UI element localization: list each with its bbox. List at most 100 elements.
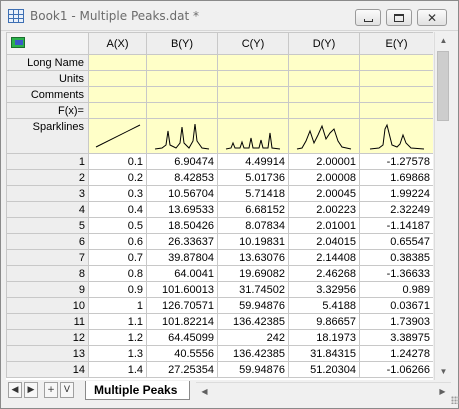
data-cell[interactable]: 19.69082 bbox=[217, 265, 289, 282]
data-cell[interactable]: 1.24278 bbox=[359, 345, 433, 362]
meta-cell[interactable] bbox=[88, 102, 147, 119]
meta-cell[interactable] bbox=[217, 86, 289, 103]
units-label[interactable]: Units bbox=[6, 70, 89, 87]
data-cell[interactable]: 8.42853 bbox=[146, 169, 218, 186]
row-header[interactable]: 10 bbox=[6, 297, 89, 314]
close-button[interactable]: ✕ bbox=[417, 9, 447, 26]
data-cell[interactable]: 1.73903 bbox=[359, 313, 433, 330]
data-cell[interactable]: 0.65547 bbox=[359, 233, 433, 250]
sparkline-c[interactable] bbox=[217, 118, 289, 154]
row-header[interactable]: 7 bbox=[6, 249, 89, 266]
data-cell[interactable]: -1.14187 bbox=[359, 217, 433, 234]
data-cell[interactable]: 1.3 bbox=[88, 345, 147, 362]
data-cell[interactable]: 59.94876 bbox=[217, 297, 289, 314]
data-cell[interactable]: 0.4 bbox=[88, 201, 147, 218]
sparklines-label[interactable]: Sparklines bbox=[6, 118, 89, 154]
meta-cell[interactable] bbox=[88, 86, 147, 103]
data-cell[interactable]: 136.42385 bbox=[217, 313, 289, 330]
meta-cell[interactable] bbox=[359, 102, 433, 119]
formula-label[interactable]: F(x)= bbox=[6, 102, 89, 119]
row-header[interactable]: 5 bbox=[6, 217, 89, 234]
vertical-scrollbar[interactable]: ▲ ▼ bbox=[434, 32, 451, 380]
scroll-down-button[interactable]: ▼ bbox=[435, 363, 452, 380]
meta-cell[interactable] bbox=[217, 102, 289, 119]
row-header[interactable]: 13 bbox=[6, 345, 89, 362]
row-header[interactable]: 1 bbox=[6, 153, 89, 170]
next-sheet-button[interactable]: ▶ bbox=[24, 382, 38, 398]
row-header[interactable]: 6 bbox=[6, 233, 89, 250]
row-header[interactable]: 3 bbox=[6, 185, 89, 202]
data-cell[interactable]: 64.45099 bbox=[146, 329, 218, 346]
data-cell[interactable]: 0.38385 bbox=[359, 249, 433, 266]
comments-label[interactable]: Comments bbox=[6, 86, 89, 103]
sheet-list-button[interactable]: V bbox=[60, 382, 74, 398]
data-cell[interactable]: 27.25354 bbox=[146, 361, 218, 378]
data-cell[interactable]: 2.00008 bbox=[288, 169, 360, 186]
meta-cell[interactable] bbox=[288, 86, 360, 103]
meta-cell[interactable] bbox=[359, 70, 433, 87]
meta-cell[interactable] bbox=[146, 70, 218, 87]
row-header[interactable]: 8 bbox=[6, 265, 89, 282]
scroll-right-button[interactable]: ▶ bbox=[434, 383, 451, 400]
data-cell[interactable]: 1.69868 bbox=[359, 169, 433, 186]
data-cell[interactable]: -1.36633 bbox=[359, 265, 433, 282]
data-cell[interactable]: 2.00223 bbox=[288, 201, 360, 218]
resize-grip-icon[interactable] bbox=[451, 396, 459, 404]
data-cell[interactable]: 10.19831 bbox=[217, 233, 289, 250]
row-header[interactable]: 4 bbox=[6, 201, 89, 218]
data-cell[interactable]: 6.68152 bbox=[217, 201, 289, 218]
data-cell[interactable]: 0.9 bbox=[88, 281, 147, 298]
row-header[interactable]: 11 bbox=[6, 313, 89, 330]
data-cell[interactable]: 3.32956 bbox=[288, 281, 360, 298]
data-cell[interactable]: 0.989 bbox=[359, 281, 433, 298]
data-cell[interactable]: 31.74502 bbox=[217, 281, 289, 298]
data-cell[interactable]: 10.56704 bbox=[146, 185, 218, 202]
data-cell[interactable]: 40.5556 bbox=[146, 345, 218, 362]
data-cell[interactable]: 9.86657 bbox=[288, 313, 360, 330]
minimize-button[interactable] bbox=[355, 9, 381, 26]
data-cell[interactable]: 1.99224 bbox=[359, 185, 433, 202]
meta-cell[interactable] bbox=[288, 70, 360, 87]
data-cell[interactable]: 1.4 bbox=[88, 361, 147, 378]
column-header-c[interactable]: C(Y) bbox=[217, 32, 289, 55]
maximize-button[interactable] bbox=[386, 9, 412, 26]
data-cell[interactable]: 1 bbox=[88, 297, 147, 314]
worksheet-grid[interactable]: A(X) B(Y) C(Y) D(Y) E(Y) Long Name Units… bbox=[6, 32, 433, 380]
data-cell[interactable]: -1.27578 bbox=[359, 153, 433, 170]
data-cell[interactable]: 0.7 bbox=[88, 249, 147, 266]
horizontal-scrollbar[interactable]: ◀ ▶ bbox=[196, 382, 451, 399]
row-header[interactable]: 2 bbox=[6, 169, 89, 186]
data-cell[interactable]: 3.38975 bbox=[359, 329, 433, 346]
data-cell[interactable]: 18.1973 bbox=[288, 329, 360, 346]
row-header[interactable]: 9 bbox=[6, 281, 89, 298]
scroll-left-button[interactable]: ◀ bbox=[196, 383, 213, 400]
data-cell[interactable]: 2.00045 bbox=[288, 185, 360, 202]
data-cell[interactable]: 2.46268 bbox=[288, 265, 360, 282]
data-cell[interactable]: 8.07834 bbox=[217, 217, 289, 234]
sparkline-d[interactable] bbox=[288, 118, 360, 154]
data-cell[interactable]: 101.82214 bbox=[146, 313, 218, 330]
data-cell[interactable]: 4.49914 bbox=[217, 153, 289, 170]
row-header[interactable]: 14 bbox=[6, 361, 89, 378]
meta-cell[interactable] bbox=[88, 70, 147, 87]
data-cell[interactable]: 6.90474 bbox=[146, 153, 218, 170]
long-name-label[interactable]: Long Name bbox=[6, 54, 89, 71]
data-cell[interactable]: 0.5 bbox=[88, 217, 147, 234]
meta-cell[interactable] bbox=[359, 54, 433, 71]
data-cell[interactable]: 64.0041 bbox=[146, 265, 218, 282]
meta-cell[interactable] bbox=[88, 54, 147, 71]
meta-cell[interactable] bbox=[146, 102, 218, 119]
prev-sheet-button[interactable]: ◀ bbox=[8, 382, 22, 398]
data-cell[interactable]: 1.2 bbox=[88, 329, 147, 346]
data-cell[interactable]: 126.70571 bbox=[146, 297, 218, 314]
title-bar[interactable]: Book1 - Multiple Peaks.dat * ✕ bbox=[1, 1, 458, 31]
meta-cell[interactable] bbox=[288, 102, 360, 119]
meta-cell[interactable] bbox=[217, 54, 289, 71]
data-cell[interactable]: 0.3 bbox=[88, 185, 147, 202]
sheet-tab-multiple-peaks[interactable]: Multiple Peaks bbox=[85, 381, 191, 400]
data-cell[interactable]: 5.71418 bbox=[217, 185, 289, 202]
data-cell[interactable]: 18.50426 bbox=[146, 217, 218, 234]
data-cell[interactable]: 31.84315 bbox=[288, 345, 360, 362]
meta-cell[interactable] bbox=[217, 70, 289, 87]
data-cell[interactable]: 0.8 bbox=[88, 265, 147, 282]
